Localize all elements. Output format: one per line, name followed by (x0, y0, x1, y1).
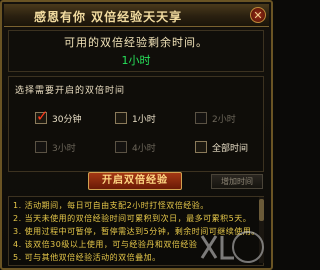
remaining-time-label: 可用的双倍经验剩余时间。 (64, 36, 208, 49)
dialog-title: 感恩有你 双倍经验天天享 (34, 10, 183, 24)
note-line: 4. 该双倍30级以上使用，可与经验丹和双倍经验 (13, 240, 198, 249)
check-mark-icon: ✓ (36, 107, 49, 125)
watermark-logo-icon (200, 231, 264, 263)
time-selection-label: 选择需要开启的双倍时间 (15, 86, 126, 96)
checkbox-3-hours (35, 141, 47, 153)
option-label: 30分钟 (52, 115, 82, 125)
title-bar[interactable]: 感恩有你 双倍经验天天享 ✕ (4, 4, 269, 27)
start-double-exp-button[interactable]: 开启双倍经验 (88, 172, 182, 190)
option-label: 3小时 (52, 144, 76, 154)
option-label: 全部时间 (212, 144, 249, 154)
remaining-time-value: 1小时 (121, 54, 151, 67)
checkbox-all-time[interactable] (195, 141, 207, 153)
note-line: 1. 活动期间，每日可自由支配2小时打怪双倍经验。 (13, 201, 209, 210)
add-time-button[interactable]: 增加时间 (211, 174, 263, 189)
checkbox-4-hours (115, 141, 127, 153)
scrollbar-thumb[interactable] (259, 199, 264, 221)
note-line: 5. 可与其他双倍经验活动的双倍叠加。 (13, 253, 161, 262)
option-label: 4小时 (132, 144, 156, 154)
time-selection-box: 选择需要开启的双倍时间 ✓ 30分钟 1小时 2小时 3小时 4小时 全部时间 (8, 76, 264, 172)
note-line: 2. 当天未使用的双倍经验时间可累积到次日，最多可累积5天。 (13, 214, 252, 223)
checkbox-30-minutes[interactable]: ✓ (35, 108, 49, 124)
remaining-time-box: 可用的双倍经验剩余时间。 1小时 (8, 30, 264, 72)
checkbox-1-hour[interactable] (115, 112, 127, 124)
checkbox-2-hours (195, 112, 207, 124)
option-label: 1小时 (132, 115, 156, 125)
close-icon[interactable]: ✕ (250, 7, 266, 23)
option-label: 2小时 (212, 115, 236, 125)
